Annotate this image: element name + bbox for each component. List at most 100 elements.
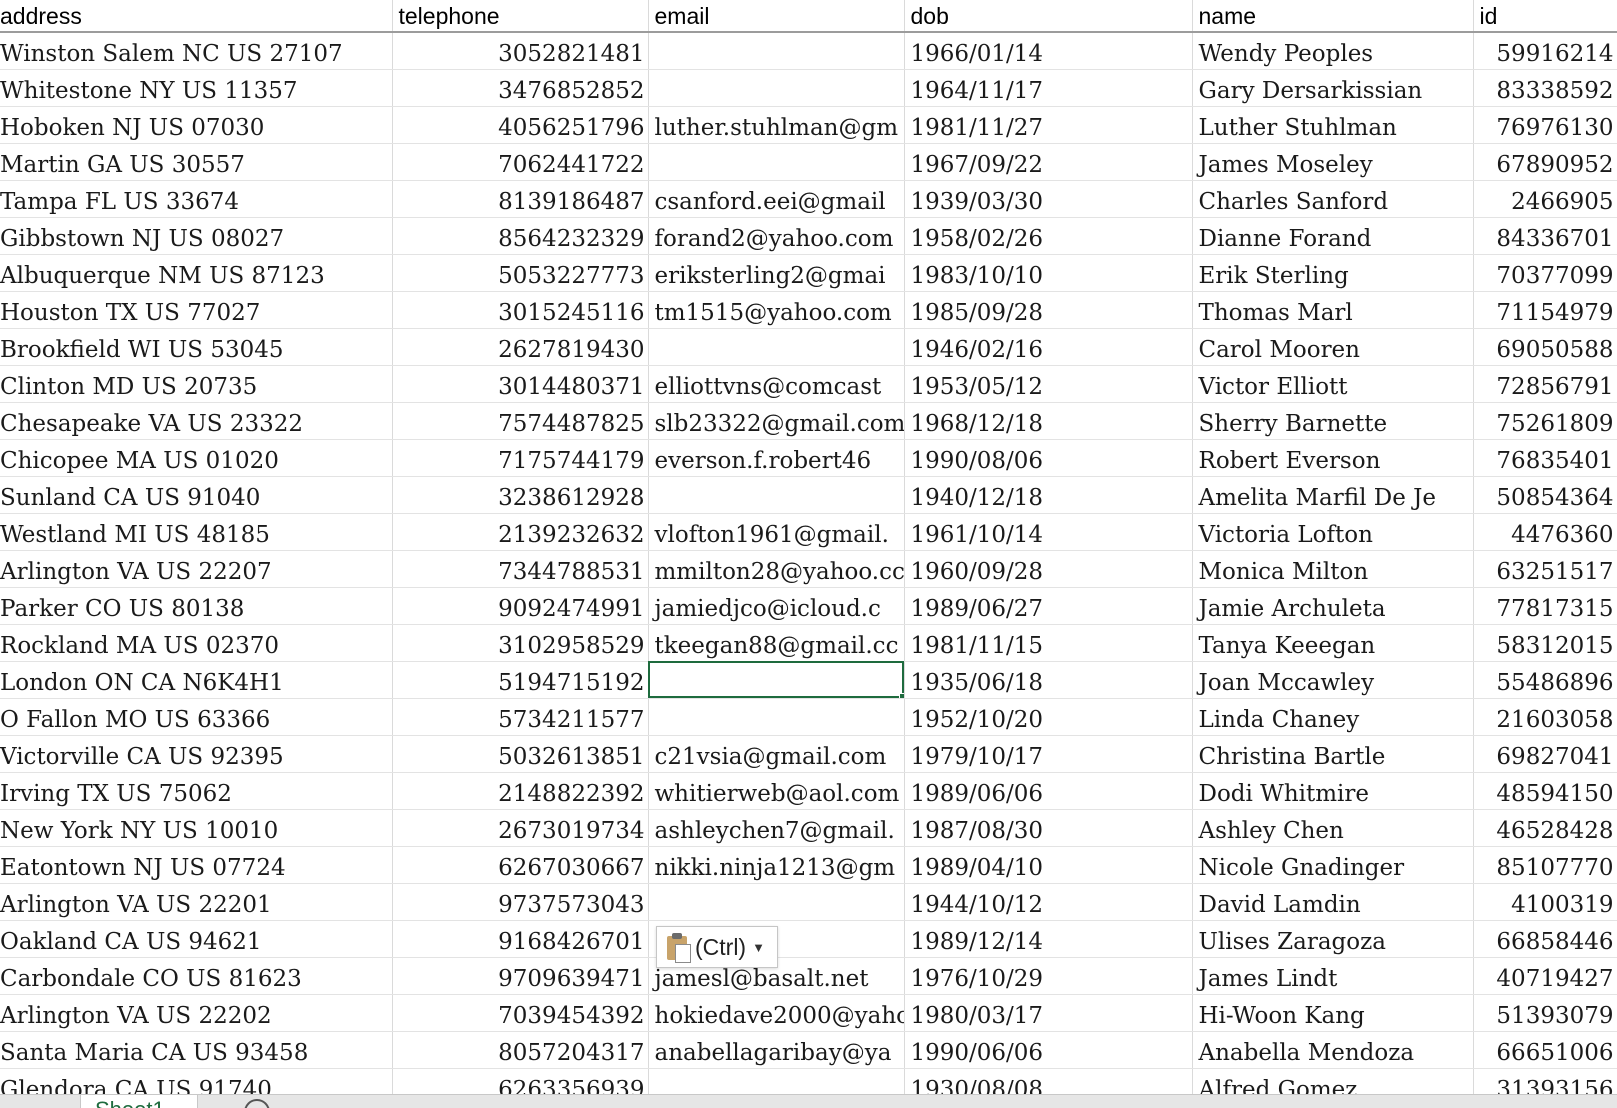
cell-id[interactable]: 59916214 xyxy=(1473,32,1617,70)
cell-name[interactable]: David Lamdin xyxy=(1192,883,1474,921)
cell-name[interactable]: James Moseley xyxy=(1192,143,1474,181)
cell-name[interactable]: Tanya Keeegan xyxy=(1192,624,1474,662)
cell-name[interactable]: Thomas Marl xyxy=(1192,291,1474,329)
cell-address[interactable]: Chicopee MA US 01020 xyxy=(0,439,393,477)
cell-dob[interactable]: 1989/06/06 xyxy=(904,772,1193,810)
cell-email[interactable] xyxy=(648,476,905,514)
cell-telephone[interactable]: 8057204317 xyxy=(392,1031,649,1069)
cell-address[interactable]: Houston TX US 77027 xyxy=(0,291,393,329)
cell-dob[interactable]: 1990/06/06 xyxy=(904,1031,1193,1069)
cell-address[interactable]: Arlington VA US 22201 xyxy=(0,883,393,921)
cell-dob[interactable]: 1958/02/26 xyxy=(904,217,1193,255)
cell-id[interactable]: 84336701 xyxy=(1473,217,1617,255)
cell-id[interactable]: 40719427 xyxy=(1473,957,1617,995)
cell-telephone[interactable]: 3238612928 xyxy=(392,476,649,514)
cell-telephone[interactable]: 3052821481 xyxy=(392,32,649,70)
cell-id[interactable]: 4476360 xyxy=(1473,513,1617,551)
cell-telephone[interactable]: 3476852852 xyxy=(392,69,649,107)
cell-name[interactable]: Carol Mooren xyxy=(1192,328,1474,366)
cell-dob[interactable]: 1981/11/27 xyxy=(904,106,1193,144)
cell-dob[interactable]: 1960/09/28 xyxy=(904,550,1193,588)
cell-telephone[interactable]: 5032613851 xyxy=(392,735,649,773)
cell-telephone[interactable]: 2139232632 xyxy=(392,513,649,551)
column-header-telephone[interactable]: telephone xyxy=(392,0,649,33)
cell-name[interactable]: Charles Sanford xyxy=(1192,180,1474,218)
cell-telephone[interactable]: 7039454392 xyxy=(392,994,649,1032)
cell-dob[interactable]: 1989/12/14 xyxy=(904,920,1193,958)
cell-id[interactable]: 76835401 xyxy=(1473,439,1617,477)
cell-dob[interactable]: 1983/10/10 xyxy=(904,254,1193,292)
cell-address[interactable]: Martin GA US 30557 xyxy=(0,143,393,181)
cell-address[interactable]: Eatontown NJ US 07724 xyxy=(0,846,393,884)
cell-dob[interactable]: 1976/10/29 xyxy=(904,957,1193,995)
cell-name[interactable]: Hi-Woon Kang xyxy=(1192,994,1474,1032)
cell-email[interactable]: vlofton1961@gmail. xyxy=(648,513,905,551)
cell-telephone[interactable]: 4056251796 xyxy=(392,106,649,144)
cell-dob[interactable]: 1979/10/17 xyxy=(904,735,1193,773)
cell-name[interactable]: Luther Stuhlman xyxy=(1192,106,1474,144)
column-header-name[interactable]: name xyxy=(1192,0,1474,33)
cell-telephone[interactable]: 2673019734 xyxy=(392,809,649,847)
cell-telephone[interactable]: 7062441722 xyxy=(392,143,649,181)
cell-dob[interactable]: 1985/09/28 xyxy=(904,291,1193,329)
cell-name[interactable]: Wendy Peoples xyxy=(1192,32,1474,70)
cell-id[interactable]: 46528428 xyxy=(1473,809,1617,847)
cell-id[interactable]: 83338592 xyxy=(1473,69,1617,107)
cell-name[interactable]: Christina Bartle xyxy=(1192,735,1474,773)
cell-email[interactable]: c21vsia@gmail.com xyxy=(648,735,905,773)
cell-id[interactable]: 76976130 xyxy=(1473,106,1617,144)
cell-email[interactable]: luther.stuhlman@gm xyxy=(648,106,905,144)
cell-dob[interactable]: 1953/05/12 xyxy=(904,365,1193,403)
cell-address[interactable]: Carbondale CO US 81623 xyxy=(0,957,393,995)
cell-dob[interactable]: 1944/10/12 xyxy=(904,883,1193,921)
cell-name[interactable]: Victor Elliott xyxy=(1192,365,1474,403)
cell-address[interactable]: Oakland CA US 94621 xyxy=(0,920,393,958)
cell-email[interactable]: jamiedjco@icloud.c xyxy=(648,587,905,625)
cell-name[interactable]: Robert Everson xyxy=(1192,439,1474,477)
cell-email[interactable]: nikki.ninja1213@gm xyxy=(648,846,905,884)
cell-name[interactable]: Anabella Mendoza xyxy=(1192,1031,1474,1069)
paste-options-button[interactable]: (Ctrl) ▼ xyxy=(656,926,778,968)
cell-id[interactable]: 69050588 xyxy=(1473,328,1617,366)
cell-telephone[interactable]: 8139186487 xyxy=(392,180,649,218)
cell-dob[interactable]: 1939/03/30 xyxy=(904,180,1193,218)
cell-telephone[interactable]: 9737573043 xyxy=(392,883,649,921)
cell-id[interactable]: 85107770 xyxy=(1473,846,1617,884)
fill-handle[interactable] xyxy=(898,692,903,697)
cell-dob[interactable]: 1966/01/14 xyxy=(904,32,1193,70)
cell-id[interactable]: 72856791 xyxy=(1473,365,1617,403)
cell-address[interactable]: Victorville CA US 92395 xyxy=(0,735,393,773)
cell-email[interactable]: elliottvns@comcast xyxy=(648,365,905,403)
column-header-id[interactable]: id xyxy=(1473,0,1617,33)
cell-email[interactable]: slb23322@gmail.com xyxy=(648,402,905,440)
cell-name[interactable]: James Lindt xyxy=(1192,957,1474,995)
cell-id[interactable]: 66651006 xyxy=(1473,1031,1617,1069)
cell-id[interactable]: 58312015 xyxy=(1473,624,1617,662)
cell-dob[interactable]: 1968/12/18 xyxy=(904,402,1193,440)
cell-name[interactable]: Amelita Marfil De Je xyxy=(1192,476,1474,514)
cell-address[interactable]: Tampa FL US 33674 xyxy=(0,180,393,218)
cell-telephone[interactable]: 7574487825 xyxy=(392,402,649,440)
cell-address[interactable]: O Fallon MO US 63366 xyxy=(0,698,393,736)
cell-dob[interactable]: 1935/06/18 xyxy=(904,661,1193,699)
cell-id[interactable]: 70377099 xyxy=(1473,254,1617,292)
cell-email[interactable]: anabellagaribay@ya xyxy=(648,1031,905,1069)
cell-telephone[interactable]: 5053227773 xyxy=(392,254,649,292)
cell-dob[interactable]: 1961/10/14 xyxy=(904,513,1193,551)
cell-dob[interactable]: 1967/09/22 xyxy=(904,143,1193,181)
cell-id[interactable]: 21603058 xyxy=(1473,698,1617,736)
cell-dob[interactable]: 1946/02/16 xyxy=(904,328,1193,366)
selected-cell[interactable] xyxy=(648,661,905,699)
cell-dob[interactable]: 1987/08/30 xyxy=(904,809,1193,847)
cell-name[interactable]: Erik Sterling xyxy=(1192,254,1474,292)
cell-id[interactable]: 63251517 xyxy=(1473,550,1617,588)
cell-id[interactable]: 75261809 xyxy=(1473,402,1617,440)
cell-name[interactable]: Ashley Chen xyxy=(1192,809,1474,847)
cell-name[interactable]: Victoria Lofton xyxy=(1192,513,1474,551)
cell-email[interactable]: everson.f.robert46 xyxy=(648,439,905,477)
cell-address[interactable]: Whitestone NY US 11357 xyxy=(0,69,393,107)
cell-name[interactable]: Sherry Barnette xyxy=(1192,402,1474,440)
column-header-address[interactable]: address xyxy=(0,0,393,33)
cell-telephone[interactable]: 5734211577 xyxy=(392,698,649,736)
cell-address[interactable]: Westland MI US 48185 xyxy=(0,513,393,551)
